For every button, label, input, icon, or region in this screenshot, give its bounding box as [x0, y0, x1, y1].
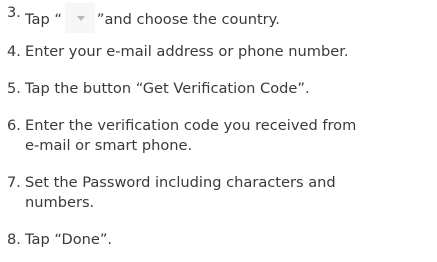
- step-text: Tap the button “Get Verification Code”.: [25, 80, 310, 97]
- step-number: 5.: [7, 80, 21, 97]
- step-text: Tap “ ”and choose the country.: [25, 3, 433, 33]
- step-text: Enter your e-mail address or phone numbe…: [25, 43, 349, 60]
- step-number: 4.: [7, 43, 21, 60]
- step-text-line-1: Set the Password including characters an…: [25, 174, 336, 191]
- step-number: 3.: [7, 4, 21, 21]
- step-text-line-1: Enter the verification code you received…: [25, 117, 357, 134]
- step-text-suffix: ”and choose the country.: [96, 11, 280, 28]
- step-text-line-2: numbers.: [25, 194, 95, 211]
- step-text-prefix: Tap “: [25, 11, 62, 28]
- step-text-line-2: e-mail or smart phone.: [25, 137, 193, 154]
- step-number: 7.: [7, 174, 21, 191]
- step-text: Tap “Done”.: [25, 231, 113, 248]
- chevron-down-icon: [76, 16, 85, 21]
- country-dropdown-chip: [64, 3, 95, 33]
- step-number: 8.: [7, 231, 21, 248]
- step-number: 6.: [7, 117, 21, 134]
